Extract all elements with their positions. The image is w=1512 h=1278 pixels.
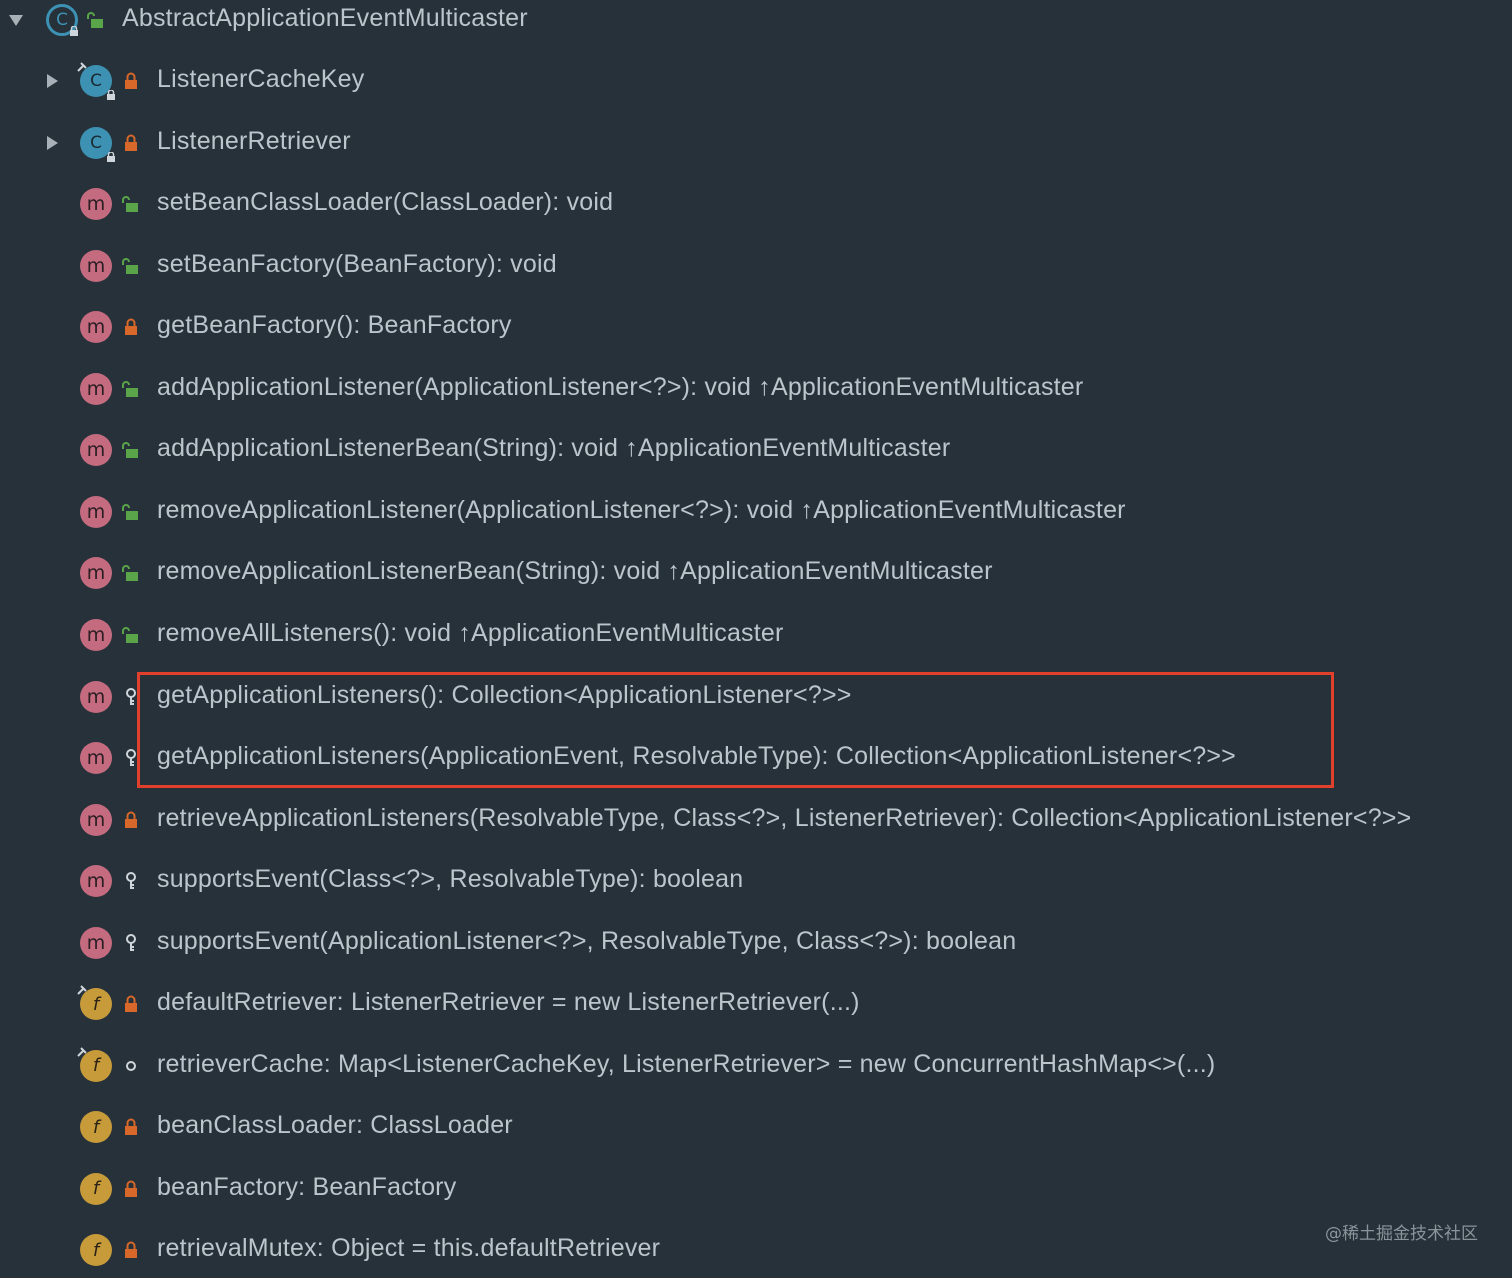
- member-label[interactable]: getBeanFactory(): BeanFactory: [157, 311, 512, 340]
- tree-member-row[interactable]: m removeAllListeners(): void ↑Application…: [0, 607, 1512, 663]
- tree-member-row[interactable]: m supportsEvent(Class<?>, ResolvableType)…: [0, 853, 1512, 909]
- member-label[interactable]: getApplicationListeners(): Collection<Ap…: [157, 681, 852, 710]
- root-class-label[interactable]: AbstractApplicationEventMulticaster: [122, 4, 528, 33]
- method-icon: m: [80, 803, 112, 836]
- member-label[interactable]: setBeanFactory(BeanFactory): void: [157, 250, 557, 279]
- method-icon: m: [80, 434, 112, 467]
- expand-arrow-down-icon[interactable]: [6, 10, 26, 30]
- package-access-icon: [121, 1056, 141, 1076]
- tree-member-row[interactable]: C ListenerCacheKey: [0, 53, 1512, 109]
- inner-class-icon: C: [80, 126, 115, 162]
- field-icon: f: [80, 1234, 112, 1267]
- protected-access-icon: [121, 933, 141, 953]
- tree-member-row[interactable]: f beanFactory: BeanFactory: [0, 1161, 1512, 1217]
- tree-member-row[interactable]: f retrieverCache: Map<ListenerCacheKey, L…: [0, 1038, 1512, 1094]
- tree-member-row[interactable]: m retrieveApplicationListeners(Resolvable…: [0, 792, 1512, 848]
- field-icon: f: [77, 1047, 112, 1082]
- field-icon: f: [80, 1172, 112, 1205]
- tree-member-row[interactable]: m addApplicationListener(ApplicationListe…: [0, 361, 1512, 417]
- expand-arrow-right-icon[interactable]: [42, 133, 62, 153]
- tree-member-row[interactable]: f defaultRetriever: ListenerRetriever = n…: [0, 976, 1512, 1032]
- member-label[interactable]: retrieveApplicationListeners(ResolvableT…: [157, 804, 1411, 833]
- expand-arrow-right-icon[interactable]: [42, 71, 62, 91]
- tree-member-row[interactable]: m getBeanFactory(): BeanFactory: [0, 299, 1512, 355]
- method-icon: m: [80, 372, 112, 405]
- public-access-icon: [121, 502, 141, 522]
- public-access-icon: [86, 10, 106, 30]
- member-label[interactable]: removeAllListeners(): void ↑ApplicationE…: [157, 619, 784, 648]
- field-icon: f: [77, 985, 112, 1021]
- method-icon: m: [80, 680, 112, 713]
- private-access-icon: [121, 1240, 141, 1260]
- public-access-icon: [121, 440, 141, 460]
- member-label[interactable]: retrievalMutex: Object = this.defaultRet…: [157, 1234, 660, 1263]
- method-icon: m: [80, 495, 112, 528]
- public-access-icon: [121, 379, 141, 399]
- tree-member-row[interactable]: m setBeanFactory(BeanFactory): void: [0, 238, 1512, 294]
- method-icon: m: [80, 188, 112, 221]
- member-label[interactable]: addApplicationListener(ApplicationListen…: [157, 373, 1083, 402]
- member-label[interactable]: addApplicationListenerBean(String): void…: [157, 434, 950, 463]
- member-label[interactable]: setBeanClassLoader(ClassLoader): void: [157, 188, 613, 217]
- member-label[interactable]: supportsEvent(Class<?>, ResolvableType):…: [157, 865, 743, 894]
- public-access-icon: [121, 625, 141, 645]
- private-access-icon: [121, 133, 141, 153]
- tree-member-row[interactable]: m getApplicationListeners(ApplicationEven…: [0, 730, 1512, 786]
- tree-member-row[interactable]: m getApplicationListeners(): Collection<A…: [0, 669, 1512, 725]
- method-icon: m: [80, 249, 112, 282]
- inner-class-icon: C: [77, 62, 115, 100]
- private-access-icon: [121, 317, 141, 337]
- tree-root-row[interactable]: C AbstractApplicationEventMulticaster: [0, 0, 1512, 48]
- member-label[interactable]: ListenerCacheKey: [157, 65, 365, 94]
- method-icon: m: [80, 742, 112, 775]
- tree-member-row[interactable]: m setBeanClassLoader(ClassLoader): void: [0, 176, 1512, 232]
- watermark-text: @稀土掘金技术社区: [1325, 1224, 1478, 1244]
- member-label[interactable]: retrieverCache: Map<ListenerCacheKey, Li…: [157, 1050, 1215, 1079]
- method-icon: m: [80, 865, 112, 898]
- method-icon: m: [80, 926, 112, 959]
- private-access-icon: [121, 810, 141, 830]
- tree-member-row[interactable]: m removeApplicationListenerBean(String): …: [0, 545, 1512, 601]
- private-access-icon: [121, 1117, 141, 1137]
- member-label[interactable]: removeApplicationListener(ApplicationLis…: [157, 496, 1126, 525]
- member-label[interactable]: beanClassLoader: ClassLoader: [157, 1111, 513, 1140]
- structure-tree[interactable]: C AbstractApplicationEventMulticaster C L…: [0, 0, 1512, 1278]
- tree-member-row[interactable]: C ListenerRetriever: [0, 115, 1512, 171]
- field-icon: f: [80, 1111, 112, 1144]
- tree-member-row[interactable]: m supportsEvent(ApplicationListener<?>, R…: [0, 915, 1512, 971]
- tree-member-row[interactable]: m addApplicationListenerBean(String): voi…: [0, 422, 1512, 478]
- member-label[interactable]: removeApplicationListenerBean(String): v…: [157, 557, 993, 586]
- tree-member-row[interactable]: m removeApplicationListener(ApplicationLi…: [0, 484, 1512, 540]
- protected-access-icon: [121, 871, 141, 891]
- member-label[interactable]: defaultRetriever: ListenerRetriever = ne…: [157, 988, 860, 1017]
- member-label[interactable]: beanFactory: BeanFactory: [157, 1173, 456, 1202]
- public-access-icon: [121, 194, 141, 214]
- tree-member-row[interactable]: f retrievalMutex: Object = this.defaultRe…: [0, 1222, 1512, 1278]
- protected-access-icon: [121, 748, 141, 768]
- member-label[interactable]: getApplicationListeners(ApplicationEvent…: [157, 742, 1236, 771]
- public-access-icon: [121, 563, 141, 583]
- abstract-class-icon: C: [46, 4, 78, 36]
- member-label[interactable]: ListenerRetriever: [157, 127, 351, 156]
- method-icon: m: [80, 618, 112, 651]
- private-access-icon: [121, 71, 141, 91]
- method-icon: m: [80, 311, 112, 344]
- protected-access-icon: [121, 687, 141, 707]
- public-access-icon: [121, 256, 141, 276]
- member-label[interactable]: supportsEvent(ApplicationListener<?>, Re…: [157, 927, 1016, 956]
- method-icon: m: [80, 557, 112, 590]
- private-access-icon: [121, 994, 141, 1014]
- tree-member-row[interactable]: f beanClassLoader: ClassLoader: [0, 1099, 1512, 1155]
- private-access-icon: [121, 1179, 141, 1199]
